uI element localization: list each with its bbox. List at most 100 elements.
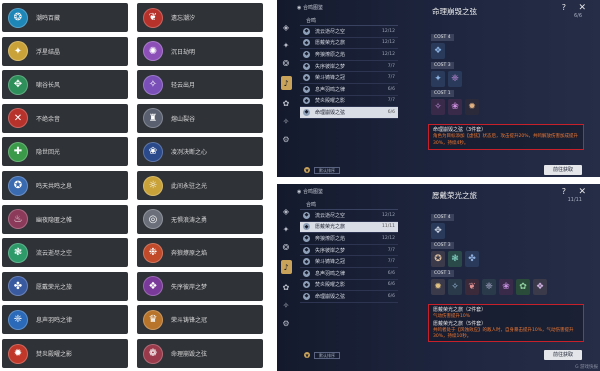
echo-thumb[interactable]: ❦ — [465, 279, 479, 295]
echo-thumb[interactable]: ❃ — [448, 251, 462, 267]
echo-set-icon: ✹ — [8, 343, 28, 364]
rail-icon-2[interactable]: ✦ — [281, 40, 291, 50]
echo-set-icon: ❂ — [8, 7, 28, 28]
echo-set-label: 隐世回光 — [36, 149, 61, 157]
echo-thumb[interactable]: ✹ — [465, 99, 479, 115]
echo-set-chip[interactable]: ❖ 失序彼岸之梦 — [137, 271, 263, 301]
rail-icon-1[interactable]: ◈ — [281, 206, 291, 216]
sonata-item-name: 流云逝尽之空 — [315, 28, 346, 35]
sonata-list-item[interactable]: ◆ 荣斗铸锋之冠 7/7 — [300, 72, 398, 84]
sonata-list-item[interactable]: ◆ 奔狼燎原之焰 12/12 — [300, 49, 398, 61]
echo-set-chip[interactable]: ❈ 息声羽鸣之律 — [2, 305, 128, 335]
echo-set-chip[interactable]: ◎ 无惧浪涛之勇 — [137, 204, 263, 234]
sonata-list-item[interactable]: ◆ 命理崩毁之弦 6/6 — [300, 291, 398, 303]
rail-icon-2[interactable]: ✦ — [281, 224, 291, 234]
help-icon[interactable]: ? — [562, 3, 566, 12]
filter-icon[interactable]: ▼ — [304, 167, 310, 173]
echo-set-chip[interactable]: ♛ 荣斗铸锋之冠 — [137, 305, 263, 335]
rail-icon-sonata[interactable]: ♪ — [280, 76, 292, 90]
rail-icon-7[interactable]: ⚙ — [281, 134, 291, 144]
echo-set-chip[interactable]: ❀ 凌冽决断之心 — [137, 137, 263, 167]
echo-set-chip[interactable]: ✦ 浮星结晶 — [2, 36, 128, 66]
echo-thumb[interactable]: ❖ — [533, 279, 547, 295]
sonata-list-item[interactable]: ◆ 荣斗铸锋之冠 7/7 — [300, 256, 398, 268]
echo-set-chip[interactable]: ❦ 遗忘潮汐 — [137, 3, 263, 32]
close-icon[interactable]: ✕ — [578, 3, 586, 13]
rail-icon-1[interactable]: ◈ — [281, 22, 291, 32]
list-header: 合鸣 — [300, 16, 398, 26]
sonata-item-count: 6/6 — [387, 282, 395, 288]
echo-set-chip[interactable]: ✺ 沉日劫明 — [137, 36, 263, 66]
obtain-button[interactable]: 前往获取 — [544, 165, 582, 175]
sonata-item-name: 命理崩毁之弦 — [315, 293, 346, 300]
echo-thumb[interactable]: ✦ — [431, 71, 445, 87]
echo-thumb[interactable]: ❈ — [482, 279, 496, 295]
echo-set-icon: ♜ — [143, 108, 163, 129]
echo-set-chip[interactable]: ✚ 隐世回光 — [2, 137, 128, 167]
echo-thumb[interactable]: ✹ — [431, 279, 445, 295]
echo-set-chip[interactable]: ❂ 潮鸣百藏 — [2, 3, 128, 32]
sonata-list-item[interactable]: ◆ 息声羽鸣之律 6/6 — [300, 84, 398, 96]
set-effect-title: 命理崩毁之弦（3件套） — [433, 127, 487, 133]
echo-thumb[interactable]: ✪ — [431, 251, 445, 267]
echo-set-chip[interactable]: ✹ 焚炎殿曜之影 — [2, 339, 128, 368]
echo-set-chip[interactable]: ❁ 命理崩毁之弦 — [137, 339, 263, 368]
echo-thumb[interactable]: ✿ — [516, 279, 530, 295]
rail-icon-6[interactable]: ✧ — [281, 300, 291, 310]
sonata-list-item[interactable]: ◆ 息声羽鸣之律 6/6 — [300, 268, 398, 280]
echo-set-chip[interactable]: ♨ 幽夜隐匿之帷 — [2, 204, 128, 234]
close-icon[interactable]: ✕ — [578, 187, 586, 197]
sonata-item-count: 11/11 — [382, 224, 395, 230]
sort-dropdown[interactable]: 默认排序 — [314, 166, 340, 174]
echo-set-chip[interactable]: ❉ 奔狼燎原之焰 — [137, 238, 263, 268]
echo-set-chip[interactable]: ❃ 流云逝尽之空 — [2, 238, 128, 268]
echo-thumb[interactable]: ❈ — [448, 71, 462, 87]
echo-thumb[interactable]: ❀ — [499, 279, 513, 295]
sonata-item-count: 12/12 — [382, 51, 395, 57]
echo-set-chip[interactable]: ☼ 此间永驻之光 — [137, 171, 263, 200]
help-icon[interactable]: ? — [562, 187, 566, 196]
cost-3-echoes: ✦ ❈ — [431, 71, 462, 87]
echo-set-chip[interactable]: ✥ 啸谷长风 — [2, 70, 128, 100]
sonata-list-item[interactable]: ◆ 焚炎殿曜之影 6/6 — [300, 280, 398, 292]
echo-set-label: 奔狼燎原之焰 — [171, 250, 208, 258]
rail-icon-3[interactable]: ❂ — [281, 58, 291, 68]
rail-icon-5[interactable]: ✿ — [281, 98, 291, 108]
rail-icon-5[interactable]: ✿ — [281, 282, 291, 292]
rail-icon-sonata[interactable]: ♪ — [280, 260, 292, 274]
sonata-list-item[interactable]: ◆ 愿戴荣光之旅 11/11 — [300, 221, 398, 234]
echo-set-icon: ✧ — [143, 74, 163, 95]
sonata-panel-2: ◈ ✦ ❂ ♪ ✿ ✧ ⚙ ◉ 合鸣图鉴 ? ✕ 合鸣 ◆ 流云逝尽之空 12/12… — [277, 184, 600, 371]
echo-thumb[interactable]: ✧ — [431, 99, 445, 115]
echo-set-chip[interactable]: ✕ 不绝余音 — [2, 103, 128, 133]
sort-dropdown[interactable]: 默认排序 — [314, 351, 340, 359]
cost-3-label: COST 3 — [431, 242, 454, 249]
rail-icon-3[interactable]: ❂ — [281, 242, 291, 252]
cost-3-label: COST 3 — [431, 62, 454, 69]
echo-set-label: 不绝余音 — [36, 115, 61, 123]
sonata-list-item[interactable]: ◆ 愿戴荣光之旅 12/12 — [300, 38, 398, 50]
echo-set-chip[interactable]: ✤ 愿戴荣光之旅 — [2, 271, 128, 301]
sonata-list-item[interactable]: ◆ 流云逝尽之空 12/12 — [300, 210, 398, 222]
echo-set-chip[interactable]: ✪ 鸣天共鸣之息 — [2, 171, 128, 200]
echo-set-chip[interactable]: ✧ 轻云出月 — [137, 70, 263, 100]
obtain-button[interactable]: 前往获取 — [544, 350, 582, 360]
echo-thumb[interactable]: ❖ — [431, 43, 445, 59]
echo-thumb[interactable]: ✤ — [465, 251, 479, 267]
sonata-list-item[interactable]: ◆ 流云逝尽之空 12/12 — [300, 26, 398, 38]
filter-icon[interactable]: ▼ — [304, 352, 310, 358]
echo-thumb[interactable]: ✧ — [448, 279, 462, 295]
echo-thumb[interactable]: ❀ — [448, 99, 462, 115]
sonata-list-item[interactable]: ◆ 奔狼燎原之焰 12/12 — [300, 233, 398, 245]
sonata-list-item[interactable]: ◆ 失序彼岸之梦 7/7 — [300, 61, 398, 73]
sonata-list-item[interactable]: ◆ 命理崩毁之弦 6/6 — [300, 107, 398, 119]
echo-set-label: 此间永驻之光 — [171, 183, 208, 190]
echo-set-label: 熔山裂谷 — [171, 115, 196, 123]
rail-icon-7[interactable]: ⚙ — [281, 318, 291, 328]
sonata-list-item[interactable]: ◆ 焚炎殿曜之影 7/7 — [300, 96, 398, 108]
rail-icon-6[interactable]: ✧ — [281, 116, 291, 126]
echo-set-chip[interactable]: ♜ 熔山裂谷 — [137, 103, 263, 133]
sonata-list-item[interactable]: ◆ 失序彼岸之梦 7/7 — [300, 245, 398, 257]
sonata-item-name: 焚炎殿曜之影 — [315, 98, 346, 105]
echo-thumb[interactable]: ✥ — [431, 223, 445, 239]
